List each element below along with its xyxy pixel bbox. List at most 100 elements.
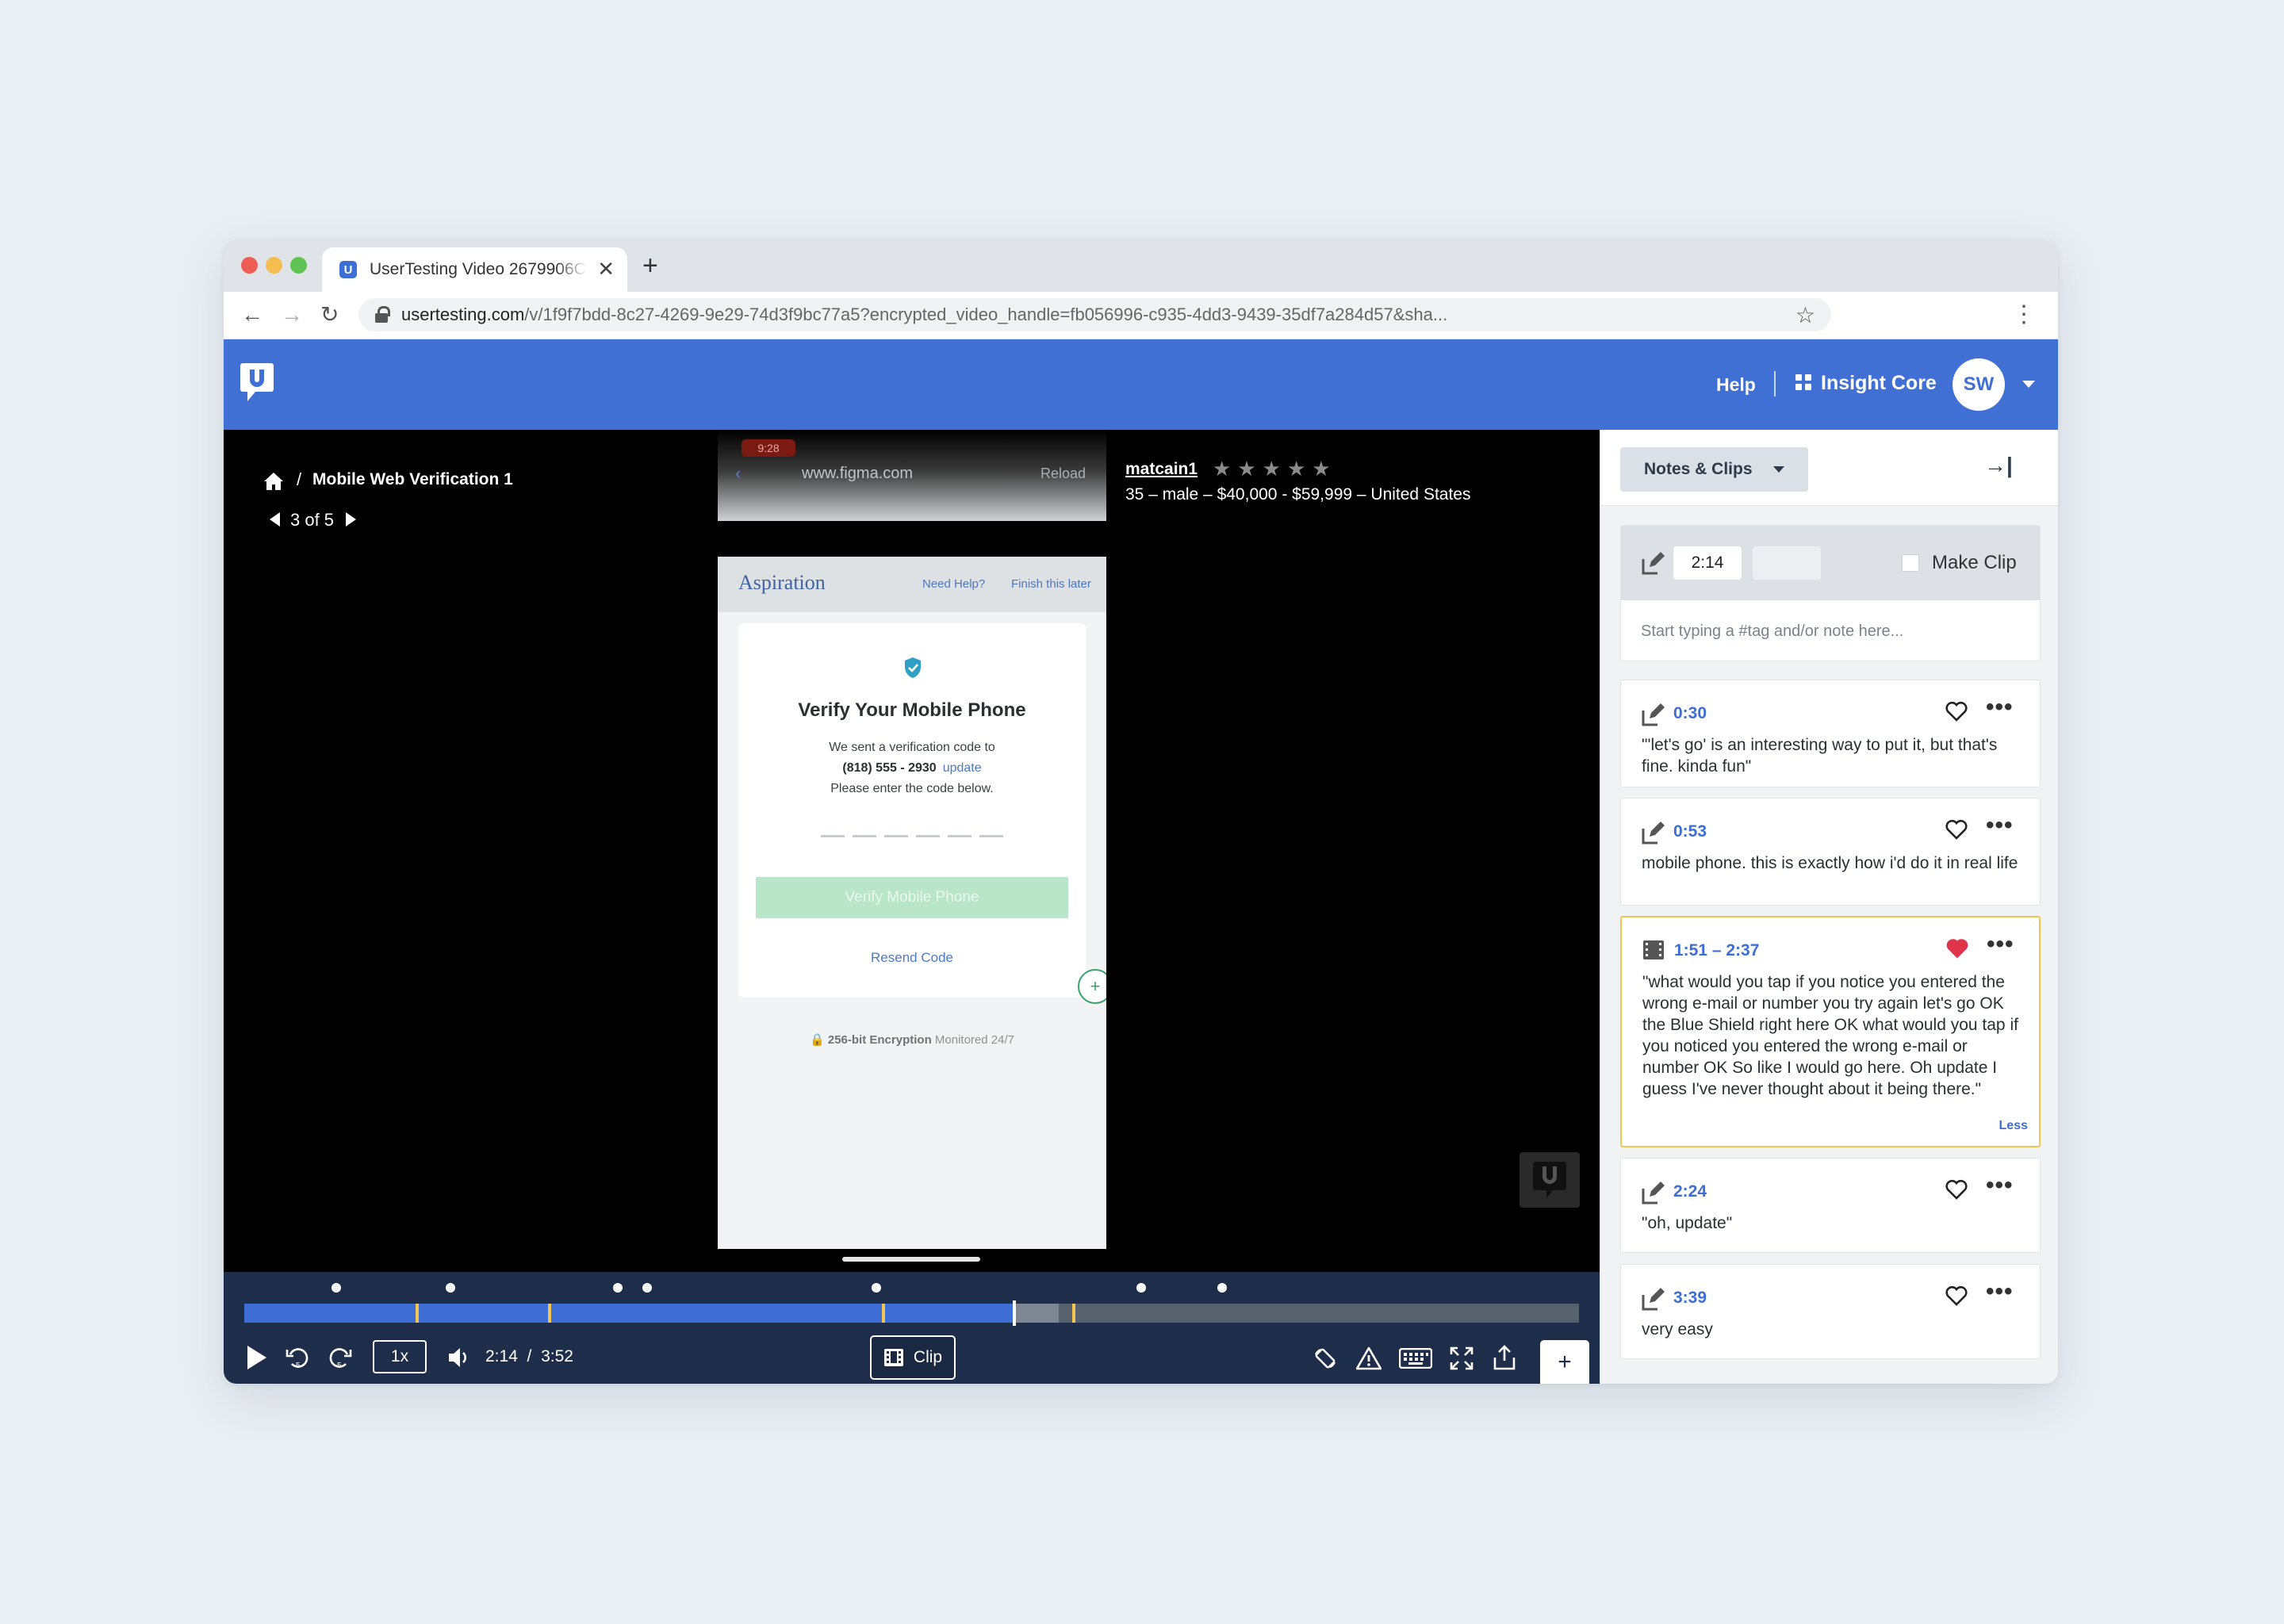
clip-marker[interactable]	[1072, 1304, 1075, 1323]
rating-star-icon[interactable]: ★	[1263, 458, 1281, 479]
phone-reload: Reload	[1040, 465, 1086, 481]
tab-close-icon[interactable]: ✕	[597, 259, 615, 279]
share-icon[interactable]	[1493, 1345, 1516, 1370]
new-tab-button[interactable]: +	[642, 252, 658, 279]
grid-icon	[1795, 374, 1811, 390]
rotate-icon[interactable]	[1313, 1346, 1337, 1370]
heart-icon[interactable]	[1945, 1179, 1968, 1200]
clip-button[interactable]: Clip	[870, 1335, 956, 1380]
more-options-icon[interactable]: •••	[1986, 695, 2014, 719]
tester-demographics: 35 – male – $40,000 - $59,999 – United S…	[1125, 485, 1471, 504]
avatar[interactable]: SW	[1953, 358, 2005, 411]
note-end-time-input[interactable]	[1753, 546, 1821, 580]
more-options-icon[interactable]: •••	[1986, 814, 2014, 837]
make-clip-checkbox[interactable]	[1902, 554, 1919, 572]
tester-rating[interactable]: ★ ★ ★ ★ ★	[1213, 458, 1331, 479]
playhead[interactable]	[1013, 1300, 1017, 1326]
fullscreen-icon[interactable]	[1450, 1346, 1473, 1370]
note-timestamp[interactable]: 0:53	[1673, 822, 1707, 841]
heart-icon[interactable]	[1945, 1285, 1968, 1306]
forward-icon[interactable]: →	[281, 301, 303, 328]
rating-star-icon[interactable]: ★	[1213, 458, 1231, 479]
back-icon[interactable]: ←	[241, 301, 263, 328]
less-link[interactable]: Less	[1999, 1119, 2028, 1133]
note-marker[interactable]	[331, 1283, 341, 1293]
volume-icon[interactable]	[447, 1346, 471, 1369]
chevron-down-icon[interactable]	[2022, 381, 2035, 388]
note-marker[interactable]	[642, 1283, 652, 1293]
minimize-window-button[interactable]	[266, 257, 282, 274]
note-composer: 2:14 Make Clip Start typing a #tag and/o…	[1620, 525, 2041, 661]
note-marker[interactable]	[1217, 1283, 1227, 1293]
more-options-icon[interactable]: •••	[1986, 1174, 2014, 1197]
clip-marker[interactable]	[882, 1304, 885, 1323]
clip-marker[interactable]	[548, 1304, 551, 1323]
add-note-button[interactable]: +	[1540, 1340, 1589, 1384]
note-timestamp[interactable]: 0:30	[1673, 704, 1707, 723]
note-card[interactable]: 3:39 ••• very easy	[1620, 1264, 2041, 1359]
next-video-icon[interactable]	[346, 512, 356, 527]
maximize-window-button[interactable]	[290, 257, 307, 274]
note-text: very easy	[1642, 1320, 1713, 1339]
help-link[interactable]: Help	[1716, 374, 1756, 396]
heart-filled-icon[interactable]	[1946, 938, 1968, 959]
more-options-icon[interactable]: •••	[1986, 1280, 2014, 1304]
notes-clips-dropdown[interactable]: Notes & Clips	[1620, 447, 1808, 492]
bookmark-star-icon[interactable]: ☆	[1795, 302, 1815, 328]
more-options-icon[interactable]: •••	[1987, 933, 2014, 956]
note-marker[interactable]	[1136, 1283, 1146, 1293]
note-card[interactable]: 0:30 ••• "'let's go' is an interesting w…	[1620, 680, 2041, 787]
rating-star-icon[interactable]: ★	[1287, 458, 1305, 479]
phone-verify-title: Verify Your Mobile Phone	[798, 699, 1026, 721]
heart-icon[interactable]	[1945, 701, 1968, 722]
rating-star-icon[interactable]: ★	[1237, 458, 1255, 479]
clip-card[interactable]: 1:51 – 2:37 ••• "what would you tap if y…	[1620, 916, 2041, 1147]
heart-icon[interactable]	[1945, 819, 1968, 840]
rewind-5-icon[interactable]: 5	[286, 1345, 311, 1370]
note-marker[interactable]	[613, 1283, 623, 1293]
app-header: Help Insight Core SW	[224, 339, 2058, 430]
collapse-panel-icon[interactable]: →|	[1984, 454, 2013, 477]
clip-marker[interactable]	[416, 1304, 419, 1323]
clip-text: "what would you tap if you notice you en…	[1642, 973, 2018, 1098]
note-timestamp[interactable]: 2:24	[1673, 1182, 1707, 1201]
svg-text:5: 5	[296, 1362, 301, 1370]
breadcrumb-separator: /	[297, 469, 302, 489]
phone-sent-text: We sent a verification code to	[829, 741, 995, 754]
note-card[interactable]: 2:24 ••• "oh, update"	[1620, 1158, 2041, 1253]
note-marker[interactable]	[446, 1283, 455, 1293]
browser-tab[interactable]: U UserTesting Video 2679906C ✕	[322, 247, 627, 292]
note-input[interactable]: Start typing a #tag and/or note here...	[1641, 622, 1903, 641]
note-marker[interactable]	[872, 1283, 881, 1293]
keyboard-icon[interactable]	[1399, 1348, 1432, 1369]
make-clip-label[interactable]: Make Clip	[1932, 552, 2017, 574]
reload-icon[interactable]: ↻	[320, 301, 339, 328]
address-bar[interactable]: usertesting.com/v/1f9f7bdd-8c27-4269-9e2…	[358, 298, 1831, 331]
note-text: mobile phone. this is exactly how i'd do…	[1642, 854, 2018, 872]
phone-finish-later: Finish this later	[1011, 577, 1091, 591]
forward-5-icon[interactable]: 5	[327, 1345, 352, 1370]
breadcrumb[interactable]: Mobile Web Verification 1	[312, 470, 513, 489]
phone-plus-icon: +	[1078, 969, 1106, 1004]
note-pencil-icon	[1642, 552, 1665, 575]
note-timestamp[interactable]: 3:39	[1673, 1289, 1707, 1308]
play-icon[interactable]	[247, 1346, 266, 1369]
usertesting-logo-icon[interactable]	[240, 362, 274, 403]
note-start-time-input[interactable]: 2:14	[1673, 546, 1742, 580]
video-viewport[interactable]: / Mobile Web Verification 1 3 of 5 9:28 …	[224, 430, 1600, 1272]
tester-username[interactable]: matcain1	[1125, 460, 1198, 479]
insight-core-link[interactable]: Insight Core	[1821, 372, 1937, 395]
svg-text:5: 5	[337, 1362, 342, 1370]
phone-browser-bar: 9:28 ‹ www.figma.com Reload	[718, 430, 1106, 521]
warning-icon[interactable]	[1356, 1346, 1382, 1370]
rating-star-icon[interactable]: ★	[1312, 458, 1330, 479]
previous-video-icon[interactable]	[270, 512, 280, 527]
home-icon[interactable]	[263, 471, 284, 492]
close-window-button[interactable]	[241, 257, 258, 274]
browser-menu-icon[interactable]: ⋮	[2012, 303, 2036, 327]
note-card[interactable]: 0:53 ••• mobile phone. this is exactly h…	[1620, 798, 2041, 906]
playback-speed-button[interactable]: 1x	[373, 1340, 427, 1373]
usertesting-favicon-icon: U	[339, 261, 357, 278]
timeline-scrubber[interactable]	[244, 1300, 1727, 1326]
clip-timestamp[interactable]: 1:51 – 2:37	[1674, 941, 1759, 960]
